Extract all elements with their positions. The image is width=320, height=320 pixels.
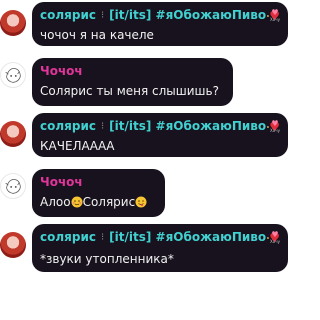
author-tag: [it/its] #яОбожаюПиво (109, 8, 267, 22)
profile-badge: ♥ Хочу (268, 119, 282, 134)
separator: ⁝ (100, 10, 105, 21)
avatar-chochoch[interactable] (0, 173, 26, 199)
badge-subtext: Хочу (270, 239, 280, 244)
avatar-chochoch[interactable] (0, 62, 26, 88)
message-text: Солярис ты меня слышишь? (40, 84, 219, 98)
message-solaris-1: солярис ⁝ [it/its] #яОбожаюПиво ♥ чочоч … (0, 2, 296, 46)
separator: ⁝ (100, 121, 105, 132)
message-header: солярис ⁝ [it/its] #яОбожаюПиво ♥ (40, 230, 280, 245)
message-text: *звуки утопленника* (40, 252, 174, 266)
message-bubble: солярис ⁝ [it/its] #яОбожаюПиво ♥ *звуки… (32, 224, 288, 272)
author-name[interactable]: Чочоч (40, 64, 225, 79)
message-text: Алоо Солярис (40, 194, 157, 210)
author-name[interactable]: солярис (40, 230, 96, 245)
small-heart-icon: ♥ (271, 119, 279, 128)
small-heart-icon: ♥ (271, 8, 279, 17)
avatar-solaris[interactable] (0, 232, 26, 258)
author-name[interactable]: солярис (40, 119, 96, 134)
separator: ⁝ (100, 232, 105, 243)
profile-badge: ♥ Хочу (268, 8, 282, 23)
message-chochoch-2: Чочоч Алоо Солярис (0, 169, 296, 217)
message-bubble: солярис ⁝ [it/its] #яОбожаюПиво ♥ КАЧЕЛА… (32, 113, 288, 157)
message-text: чочоч я на качеле (40, 28, 154, 42)
author-tag: [it/its] #яОбожаюПиво (109, 230, 267, 244)
message-text-part: Алоо (40, 195, 71, 209)
message-text: КАЧЕЛАААА (40, 139, 115, 153)
author-tag: [it/its] #яОбожаюПиво (109, 119, 267, 133)
badge-subtext: Хочу (270, 17, 280, 22)
small-heart-icon: ♥ (271, 230, 279, 239)
message-solaris-3: солярис ⁝ [it/its] #яОбожаюПиво ♥ *звуки… (0, 224, 296, 272)
message-solaris-2: солярис ⁝ [it/its] #яОбожаюПиво ♥ КАЧЕЛА… (0, 113, 296, 157)
profile-badge: ♥ Хочу (268, 230, 282, 245)
message-bubble: Чочоч Солярис ты меня слышишь? (32, 58, 233, 106)
winking-tongue-face-emoji-icon (135, 196, 147, 208)
blushing-face-emoji-icon (71, 196, 83, 208)
message-header: солярис ⁝ [it/its] #яОбожаюПиво ♥ (40, 119, 280, 134)
badge-subtext: Хочу (270, 128, 280, 133)
message-text-part: Солярис (82, 195, 136, 209)
author-name[interactable]: солярис (40, 8, 96, 23)
author-name[interactable]: Чочоч (40, 175, 157, 190)
avatar-solaris[interactable] (0, 121, 26, 147)
avatar-solaris[interactable] (0, 10, 26, 36)
message-chochoch-1: Чочоч Солярис ты меня слышишь? (0, 58, 296, 106)
message-bubble: солярис ⁝ [it/its] #яОбожаюПиво ♥ чочоч … (32, 2, 288, 46)
message-header: солярис ⁝ [it/its] #яОбожаюПиво ♥ (40, 8, 280, 23)
message-bubble: Чочоч Алоо Солярис (32, 169, 165, 217)
